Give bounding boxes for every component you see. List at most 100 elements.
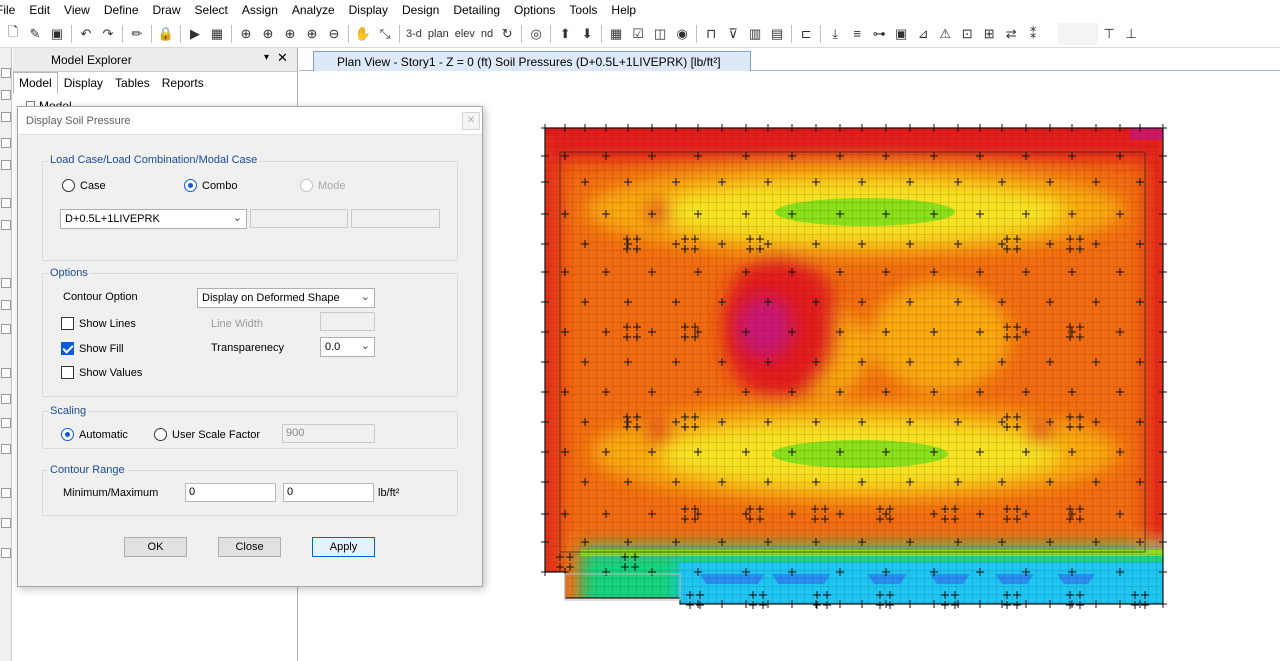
perspective-icon[interactable]: ◎ [525, 23, 547, 45]
select-icon[interactable]: ⇄ [1000, 23, 1022, 45]
slab-icon[interactable]: ▤ [766, 23, 788, 45]
display-menu-icon[interactable]: ◫ [649, 23, 671, 45]
frame-icon[interactable]: ⊓ [700, 23, 722, 45]
transparency-select[interactable]: 0.0 ⌄ [320, 337, 375, 357]
menu-file[interactable]: File [0, 0, 22, 20]
pan-icon[interactable]: ✋ [352, 23, 374, 45]
radio-combo[interactable]: Combo [184, 179, 237, 192]
move-up-icon[interactable]: ⬆ [554, 23, 576, 45]
snap-perpendicular-icon[interactable] [1, 444, 11, 454]
select-all-icon[interactable] [1, 278, 11, 288]
deformed-shape-icon[interactable]: ▣ [890, 23, 912, 45]
pointer-icon[interactable] [1, 68, 11, 78]
shell-load-icon[interactable]: ⊶ [868, 23, 890, 45]
zoom-in-icon[interactable]: ⊕ [301, 23, 323, 45]
radio-user-scale-factor[interactable]: User Scale Factor [154, 428, 260, 441]
menu-detailing[interactable]: Detailing [446, 0, 507, 20]
radio-mode[interactable]: Mode [300, 179, 346, 192]
object-shrink-icon[interactable]: ▦ [605, 23, 627, 45]
measure-icon[interactable]: ⤡ [374, 23, 396, 45]
draw-slab-icon[interactable] [1, 220, 11, 230]
close-button[interactable]: Close [218, 537, 281, 557]
rotate-icon[interactable]: ↻ [496, 23, 518, 45]
tab-model[interactable]: Model [13, 72, 58, 94]
lock-icon[interactable]: 🔒 [155, 23, 177, 45]
story-down-icon[interactable]: ⊥ [1120, 23, 1142, 45]
snap-intersection-icon[interactable] [1, 418, 11, 428]
force-diagram-icon[interactable]: ⊿ [912, 23, 934, 45]
design-icon[interactable]: ⚠ [934, 23, 956, 45]
draw-point-icon[interactable] [1, 112, 11, 122]
show-lines-checkbox[interactable]: Show Lines [61, 317, 136, 330]
contour-option-select[interactable]: Display on Deformed Shape ⌄ [197, 288, 375, 308]
refresh-window-icon[interactable]: ▦ [206, 23, 228, 45]
snap-icon[interactable] [1, 368, 11, 378]
tab-plan-view[interactable]: Plan View - Story1 - Z = 0 (ft) Soil Pre… [313, 51, 751, 72]
menu-tools[interactable]: Tools [562, 0, 604, 20]
shell-icon[interactable]: ⊽ [722, 23, 744, 45]
menu-view[interactable]: View [57, 0, 97, 20]
contour-min-input[interactable]: 0 [185, 483, 276, 502]
draw-dimension-icon[interactable] [1, 548, 11, 558]
view-3d-button[interactable]: 3-d [403, 28, 425, 40]
save-icon[interactable]: ▣ [46, 23, 68, 45]
open-file-icon[interactable]: ✎ [24, 23, 46, 45]
new-file-icon[interactable]: 🗋 [2, 23, 24, 45]
menu-analyze[interactable]: Analyze [285, 0, 342, 20]
zoom-restore-icon[interactable]: ⊕ [279, 23, 301, 45]
frame-load-icon[interactable]: ≡ [846, 23, 868, 45]
zoom-rubber-icon[interactable]: ⊕ [257, 23, 279, 45]
menu-design[interactable]: Design [395, 0, 446, 20]
column-icon[interactable]: ⊏ [795, 23, 817, 45]
menu-define[interactable]: Define [97, 0, 146, 20]
snap-ends-icon[interactable] [1, 394, 11, 404]
show-values-checkbox[interactable]: Show Values [61, 366, 142, 379]
zoom-out-icon[interactable]: ⊖ [323, 23, 345, 45]
dialog-titlebar[interactable]: Display Soil Pressure ✕ [18, 107, 482, 135]
snap-fine-grid-icon[interactable] [1, 518, 11, 528]
display-results-icon[interactable]: ◉ [671, 23, 693, 45]
soil-pressure-contour-plot[interactable] [540, 122, 1170, 612]
draw-wall-icon[interactable] [1, 198, 11, 208]
draw-line-icon[interactable] [1, 138, 11, 148]
joint-load-icon[interactable]: ⤓ [824, 23, 846, 45]
menu-assign[interactable]: Assign [235, 0, 285, 20]
snap-grid-icon[interactable] [1, 488, 11, 498]
menu-edit[interactable]: Edit [22, 0, 57, 20]
zoom-window-icon[interactable]: ⊕ [235, 23, 257, 45]
menu-help[interactable]: Help [604, 0, 643, 20]
select-previous-icon[interactable] [1, 300, 11, 310]
contour-max-input[interactable]: 0 [283, 483, 374, 502]
menu-options[interactable]: Options [507, 0, 562, 20]
apply-button[interactable]: Apply [312, 537, 375, 557]
tab-display[interactable]: Display [58, 72, 109, 94]
detailing-icon[interactable]: ⊞ [978, 23, 1000, 45]
tab-reports[interactable]: Reports [156, 72, 210, 94]
ok-button[interactable]: OK [124, 537, 187, 557]
close-icon[interactable]: ✕ [277, 50, 288, 66]
wall-icon[interactable]: ▥ [744, 23, 766, 45]
clear-selection-icon[interactable] [1, 324, 11, 334]
assign-icon[interactable]: ⁑ [1022, 23, 1044, 45]
run-analysis-icon[interactable]: ▶ [184, 23, 206, 45]
undo-icon[interactable]: ↶ [75, 23, 97, 45]
menu-display[interactable]: Display [342, 0, 395, 20]
draw-area-icon[interactable] [1, 160, 11, 170]
dropdown-icon[interactable]: ▾ [264, 52, 269, 63]
radio-case[interactable]: Case [62, 179, 106, 192]
radio-automatic[interactable]: Automatic [61, 428, 128, 441]
close-icon[interactable]: ✕ [462, 112, 480, 130]
tab-tables[interactable]: Tables [109, 72, 156, 94]
reshape-icon[interactable] [1, 90, 11, 100]
check-icon[interactable]: ⊡ [956, 23, 978, 45]
story-up-icon[interactable]: ⊤ [1098, 23, 1120, 45]
move-down-icon[interactable]: ⬇ [576, 23, 598, 45]
view-nd-button[interactable]: nd [478, 28, 496, 40]
set-display-options-icon[interactable]: ☑ [627, 23, 649, 45]
load-combo-select[interactable]: D+0.5L+1LIVEPRK ⌄ [60, 209, 247, 229]
view-plan-button[interactable]: plan [425, 28, 452, 40]
menu-select[interactable]: Select [188, 0, 235, 20]
show-fill-checkbox[interactable]: Show Fill [61, 342, 124, 355]
pencil-icon[interactable]: ✏ [126, 23, 148, 45]
view-elev-button[interactable]: elev [452, 28, 478, 40]
